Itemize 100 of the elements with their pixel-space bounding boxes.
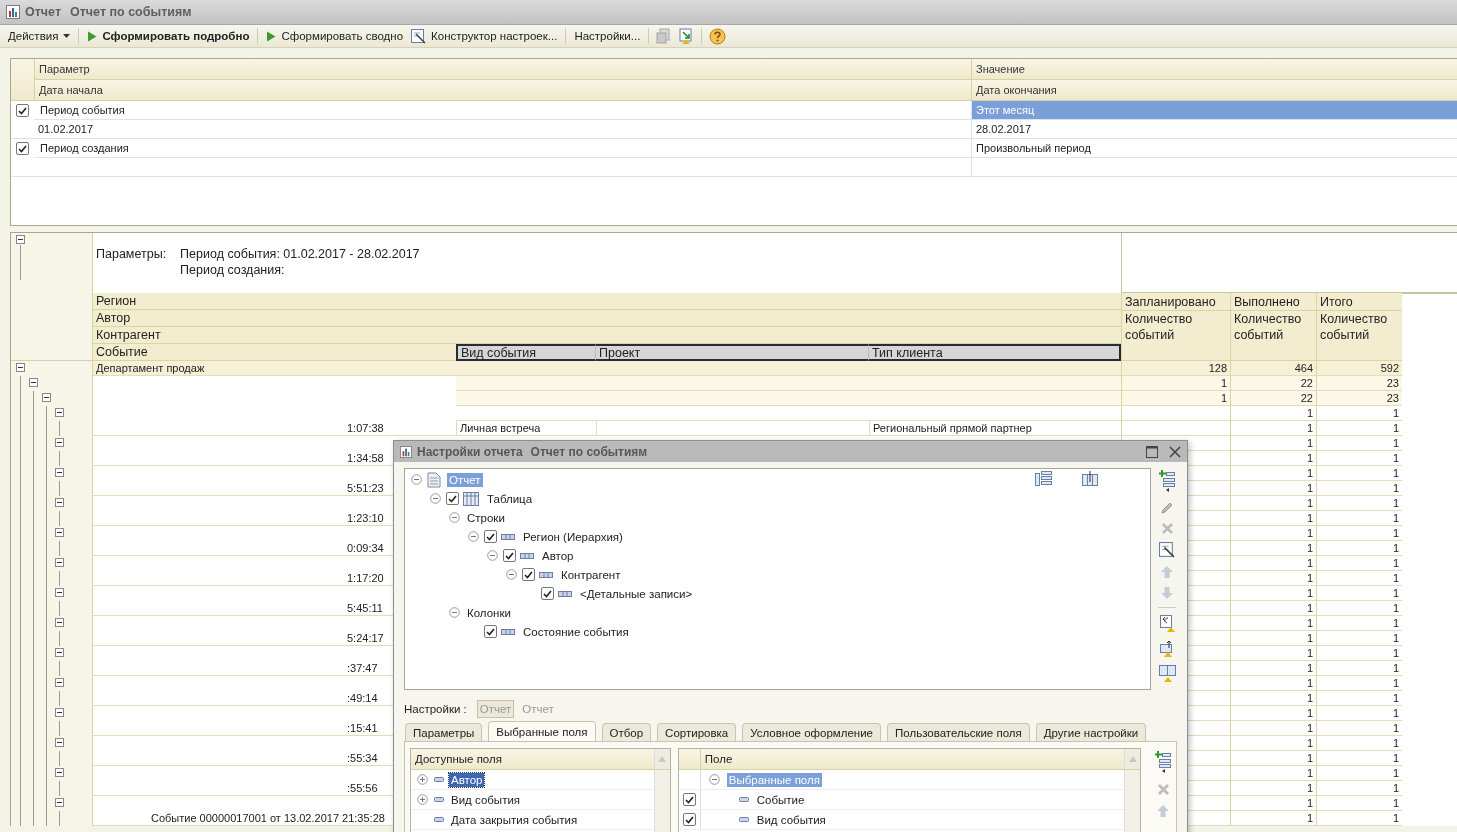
add-icon[interactable] (1159, 470, 1175, 494)
list-item[interactable]: Событие (754, 792, 807, 807)
bar-chart-icon (6, 5, 20, 19)
tree-item[interactable]: Автор (540, 548, 576, 563)
checkbox[interactable] (682, 813, 696, 826)
collapse-icon[interactable] (16, 235, 25, 244)
tab[interactable]: Выбранные поля (488, 721, 596, 741)
table-cell: 592 (1316, 361, 1402, 376)
save-icon[interactable] (1158, 665, 1176, 683)
column-header: Проект (596, 344, 869, 361)
tab[interactable]: Отбор (601, 723, 652, 741)
table-cell[interactable]: Произвольный период (971, 139, 1457, 158)
window-title: Отчет по событиям (70, 5, 192, 19)
column-header: Поле (703, 753, 734, 765)
column-header[interactable]: Дата окончания (971, 80, 1457, 101)
collapse-icon[interactable] (55, 648, 64, 657)
rows-icon[interactable] (1035, 471, 1052, 486)
collapse-icon[interactable] (55, 588, 64, 597)
document-icon (427, 471, 441, 488)
table-cell[interactable]: Период создания (34, 139, 971, 158)
tree-item[interactable]: Регион (Иерархия) (521, 529, 625, 544)
collapse-icon[interactable] (55, 408, 64, 417)
checkbox[interactable] (503, 549, 516, 562)
table-cell: 23 (1316, 391, 1402, 406)
table-cell[interactable] (971, 158, 1457, 177)
table-cell: 1 (1230, 451, 1316, 466)
collapse-icon[interactable] (55, 618, 64, 627)
maximize-icon[interactable] (1146, 445, 1158, 458)
row-header: Контрагент (93, 327, 1121, 344)
column-header[interactable]: Значение (971, 59, 1457, 80)
checkbox[interactable] (484, 625, 497, 638)
checkbox[interactable] (16, 142, 29, 155)
tab[interactable]: Параметры (405, 723, 483, 741)
tree-item[interactable]: <Детальные записи> (578, 586, 695, 601)
table-cell: 1 (1230, 466, 1316, 481)
table-cell[interactable]: 28.02.2017 (971, 120, 1457, 139)
collapse-icon[interactable] (42, 393, 51, 402)
close-icon[interactable] (1169, 445, 1181, 458)
collapse-icon[interactable] (55, 678, 64, 687)
checkbox[interactable] (541, 587, 554, 600)
document-arrow-icon[interactable] (1158, 615, 1176, 633)
dialog-title: Отчет по событиям (530, 444, 648, 459)
collapse-icon[interactable] (55, 798, 64, 807)
field-icon (738, 797, 749, 802)
tab[interactable]: Пользовательские поля (887, 723, 1030, 741)
table-cell: 1 (1230, 421, 1316, 436)
column-header[interactable]: Параметр (34, 59, 971, 80)
checkbox[interactable] (16, 104, 29, 117)
table-cell: 23 (1316, 376, 1402, 391)
collapse-icon[interactable] (55, 708, 64, 717)
collapse-icon[interactable] (16, 363, 25, 372)
table-cell: 1 (1316, 436, 1402, 451)
tree-item[interactable]: Таблица (485, 491, 535, 506)
actions-menu-button[interactable]: Действия (4, 28, 75, 44)
tree-item[interactable]: Строки (465, 510, 507, 525)
tab[interactable]: Другие настройки (1035, 723, 1147, 741)
pencil-icon[interactable] (1160, 501, 1174, 515)
add-icon[interactable] (1155, 751, 1171, 775)
column-header[interactable]: Дата начала (34, 80, 971, 101)
table-cell: 1 (1316, 661, 1402, 676)
table-cell[interactable]: Период события (34, 101, 971, 120)
collapse-icon[interactable] (55, 468, 64, 477)
collapse-icon[interactable] (55, 528, 64, 537)
table-cell: 1 (1230, 781, 1316, 796)
table-cell: 1 (1316, 811, 1402, 826)
checkbox[interactable] (446, 492, 459, 505)
wand-document-icon[interactable] (1159, 542, 1175, 558)
expand-icon[interactable] (417, 774, 428, 785)
expand-icon[interactable] (417, 794, 428, 805)
table-cell: 1 (1230, 766, 1316, 781)
collapse-icon[interactable] (55, 558, 64, 567)
generate-button[interactable]: Сформировать подробно (83, 28, 254, 44)
table-cell: 128 (1121, 361, 1230, 376)
collapse-icon[interactable] (55, 738, 64, 747)
tree-item[interactable]: Контрагент (559, 567, 623, 582)
collapse-icon[interactable] (55, 768, 64, 777)
settings-wizard-button[interactable]: Конструктор настроек... (407, 26, 562, 46)
list-item[interactable]: Автор (449, 772, 485, 787)
list-item[interactable]: Вид события (754, 812, 828, 827)
generate-button[interactable]: Сформировать сводно (262, 28, 408, 44)
columns-icon[interactable] (1082, 471, 1098, 486)
settings-button[interactable]: Настройки... (570, 28, 645, 44)
collapse-icon[interactable] (55, 438, 64, 447)
table-cell: 1 (1230, 721, 1316, 736)
checkbox[interactable] (522, 568, 535, 581)
tab[interactable]: Условное оформление (742, 723, 882, 741)
collapse-icon[interactable] (29, 378, 38, 387)
checkbox[interactable] (682, 793, 696, 806)
table-cell: 1 (1316, 616, 1402, 631)
wand-document-icon (411, 28, 427, 44)
checkbox[interactable] (484, 530, 497, 543)
table-cell[interactable]: 01.02.2017 (34, 120, 971, 139)
tree-item[interactable]: Состояние события (521, 624, 631, 639)
tab[interactable]: Сортировка (657, 723, 737, 741)
collapse-icon[interactable] (55, 498, 64, 507)
table-cell: 1 (1230, 706, 1316, 721)
field-icon (520, 552, 534, 559)
table-cell: 1 (1230, 646, 1316, 661)
tree-item[interactable]: Колонки (465, 605, 513, 620)
window-type: Отчет (25, 5, 61, 19)
